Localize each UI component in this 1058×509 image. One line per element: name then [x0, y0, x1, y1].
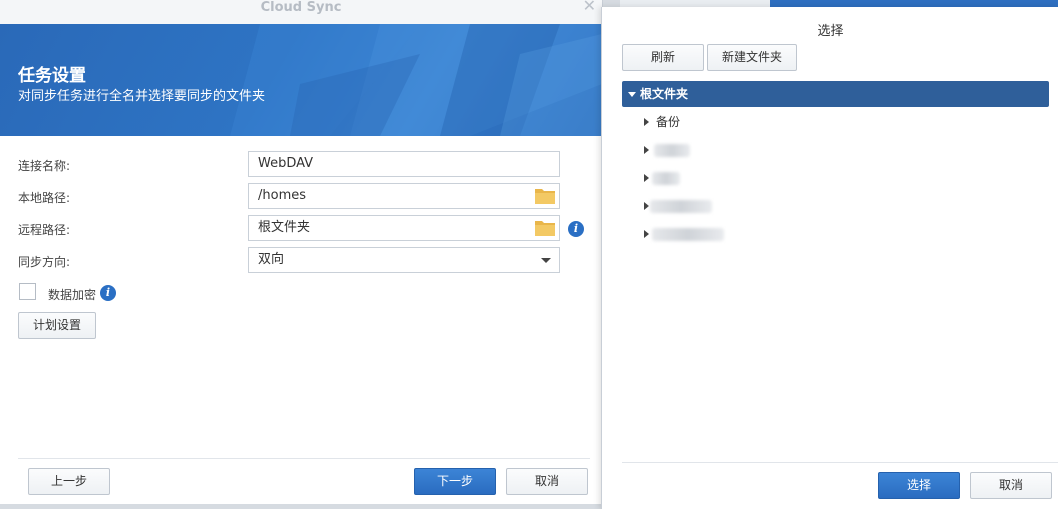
expand-down-icon[interactable] [628, 92, 636, 97]
expand-right-icon[interactable] [644, 146, 649, 154]
wizard-cancel-button[interactable]: 取消 [506, 468, 588, 495]
banner-title: 任务设置 [18, 66, 86, 86]
folder-select-dialog: 选择 刷新 新建文件夹 根文件夹 备份 选择 取消 [601, 7, 1058, 509]
local-path-label: 本地路径: [18, 191, 71, 205]
info-icon[interactable]: i [100, 285, 116, 301]
remote-path-value: 根文件夹 [258, 220, 311, 235]
sync-direction-label: 同步方向: [18, 255, 71, 269]
close-icon[interactable]: ✕ [583, 0, 596, 14]
local-path-input[interactable]: /homes [248, 183, 560, 209]
expand-right-icon[interactable] [644, 118, 649, 126]
banner-decoration [230, 24, 602, 136]
banner-subtitle: 对同步任务进行全名并选择要同步的文件夹 [18, 89, 266, 104]
select-button[interactable]: 选择 [878, 472, 960, 499]
folder-icon[interactable] [534, 187, 556, 205]
footer-divider [18, 458, 590, 459]
refresh-button[interactable]: 刷新 [622, 44, 704, 71]
connection-name-label: 连接名称: [18, 159, 71, 173]
tree-item[interactable] [622, 193, 1049, 219]
local-path-value: /homes [258, 188, 307, 203]
next-step-button[interactable]: 下一步 [414, 468, 496, 495]
folder-icon[interactable] [534, 219, 556, 237]
new-folder-button[interactable]: 新建文件夹 [707, 44, 797, 71]
tree-item[interactable] [622, 221, 1049, 247]
schedule-settings-button[interactable]: 计划设置 [18, 312, 96, 339]
redacted-label [654, 144, 690, 157]
cloud-sync-wizard-window: Cloud Sync ✕ 任务设置 对同步任务进行全名并选择要同步的文件夹 连接… [0, 0, 603, 504]
sync-direction-select[interactable]: 双向 [248, 247, 560, 273]
dialog-footer-divider [622, 462, 1058, 463]
tree-root-folder[interactable]: 根文件夹 [622, 81, 1049, 107]
previous-step-button[interactable]: 上一步 [28, 468, 110, 495]
dialog-title: 选择 [817, 24, 844, 39]
window-titlebar: Cloud Sync ✕ [0, 0, 602, 24]
tree-item[interactable]: 备份 [622, 109, 1049, 135]
redacted-label [652, 228, 724, 241]
chevron-down-icon [541, 258, 551, 263]
tree-item[interactable] [622, 137, 1049, 163]
encryption-checkbox[interactable] [19, 283, 36, 300]
expand-right-icon[interactable] [644, 202, 649, 210]
tree-root-label: 根文件夹 [640, 87, 689, 101]
expand-right-icon[interactable] [644, 230, 649, 238]
redacted-label [650, 200, 712, 213]
remote-path-label: 远程路径: [18, 223, 71, 237]
sync-direction-value: 双向 [258, 252, 285, 267]
tree-item[interactable] [622, 165, 1049, 191]
dialog-cancel-button[interactable]: 取消 [970, 472, 1052, 499]
connection-name-input[interactable]: WebDAV [248, 151, 560, 177]
task-settings-banner: 任务设置 对同步任务进行全名并选择要同步的文件夹 [0, 24, 602, 136]
tree-item-label: 备份 [656, 115, 681, 129]
remote-path-input[interactable]: 根文件夹 [248, 215, 560, 241]
window-title: Cloud Sync [260, 0, 342, 15]
encryption-label: 数据加密 [48, 288, 97, 302]
connection-name-value: WebDAV [258, 156, 314, 171]
expand-right-icon[interactable] [644, 174, 649, 182]
info-icon[interactable]: i [568, 221, 584, 237]
redacted-label [652, 172, 680, 185]
